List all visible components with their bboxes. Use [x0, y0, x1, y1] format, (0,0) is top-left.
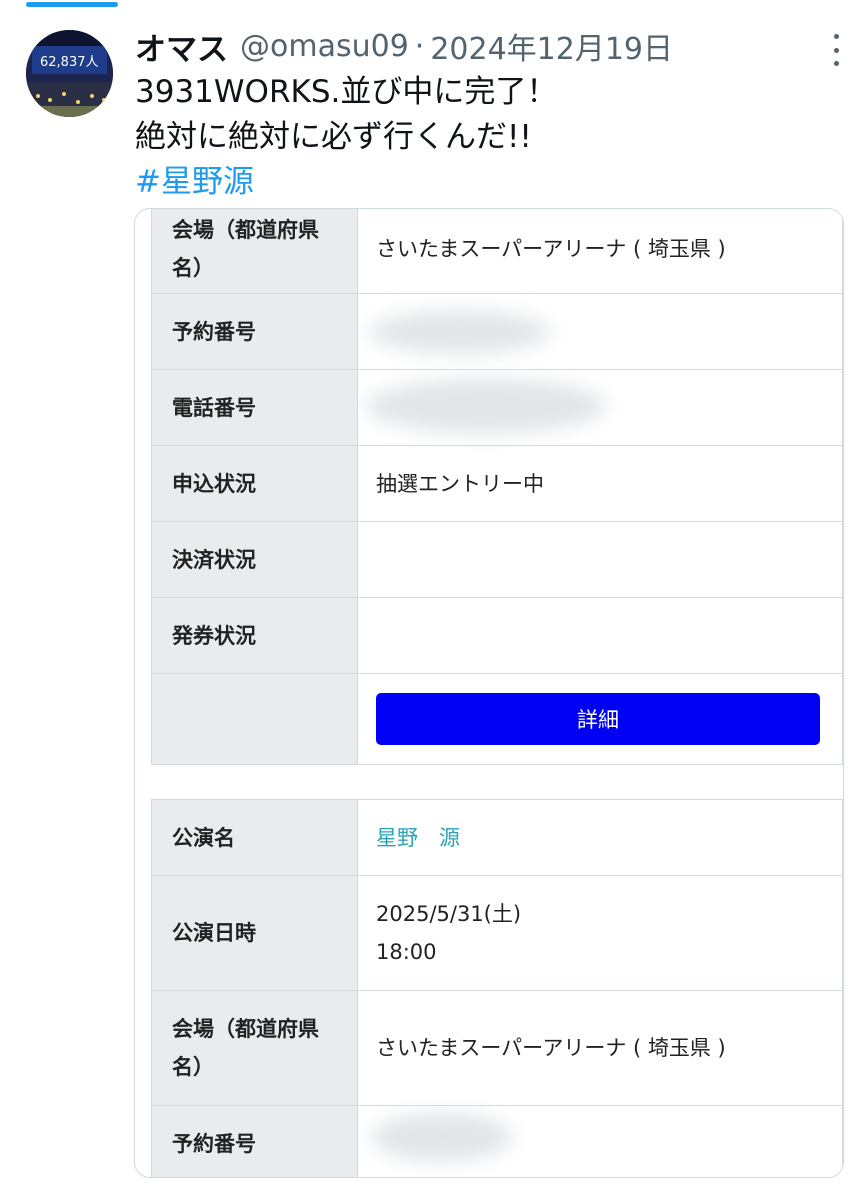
empty-label-cell: [152, 674, 358, 764]
payment-label: 決済状況: [152, 522, 358, 597]
datetime-label: 公演日時: [152, 876, 358, 990]
more-options-icon[interactable]: [826, 34, 846, 66]
separator-dot: ·: [414, 28, 425, 64]
phone-value-redacted: [358, 370, 842, 445]
table-row: 決済状況: [152, 522, 842, 598]
issue-label: 発券状況: [152, 598, 358, 673]
status-label: 申込状況: [152, 446, 358, 521]
performance-time: 18:00: [376, 940, 437, 964]
venue-value: さいたまスーパーアリーナ ( 埼玉県 ): [376, 236, 726, 261]
table-row: 予約番号: [152, 294, 842, 370]
table-row: 電話番号: [152, 370, 842, 446]
avatar[interactable]: 62,837人: [26, 30, 113, 117]
avatar-count-text: 62,837人: [40, 55, 99, 70]
datetime-value: 2025/5/31(土) 18:00: [358, 876, 842, 990]
ticket-table-2: 公演名 星野 源 公演日時 2025/5/31(土) 18:00 会場（都道府県…: [151, 799, 843, 1177]
venue-label: 会場（都道府県名）: [152, 209, 358, 293]
tweet-text: 3931WORKS.並び中に完了！ 絶対に絶対に必ず行くんだ!! #星野源: [135, 70, 557, 205]
detail-button[interactable]: 詳細: [376, 693, 820, 745]
reservation-label: 予約番号: [152, 1106, 358, 1177]
reservation-value-redacted: [358, 1106, 842, 1177]
reservation-value-redacted: [358, 294, 842, 369]
ticket-table-1: 会場（都道府県名） さいたまスーパーアリーナ ( 埼玉県 ) 予約番号 電話番号…: [151, 209, 843, 765]
attached-image[interactable]: 会場（都道府県名） さいたまスーパーアリーナ ( 埼玉県 ) 予約番号 電話番号…: [134, 208, 844, 1178]
table-row: 詳細: [152, 674, 842, 764]
table-row: 会場（都道府県名） さいたまスーパーアリーナ ( 埼玉県 ): [152, 991, 842, 1106]
display-name[interactable]: オマス: [135, 24, 228, 69]
tab-indicator: [0, 0, 858, 8]
table-row: 公演名 星野 源: [152, 800, 842, 876]
payment-value: [358, 522, 842, 597]
venue-value: さいたまスーパーアリーナ ( 埼玉県 ): [376, 1036, 726, 1060]
table-row: 公演日時 2025/5/31(土) 18:00: [152, 876, 842, 991]
performance-date: 2025/5/31(土): [376, 902, 522, 926]
table-row: 会場（都道府県名） さいたまスーパーアリーナ ( 埼玉県 ): [152, 209, 842, 294]
user-handle[interactable]: @omasu09: [240, 29, 409, 64]
table-row: 発券状況: [152, 598, 842, 674]
button-cell: 詳細: [358, 674, 842, 764]
table-row: 申込状況 抽選エントリー中: [152, 446, 842, 522]
venue-label: 会場（都道府県名）: [152, 991, 358, 1105]
phone-label: 電話番号: [152, 370, 358, 445]
tweet-line-2: 絶対に絶対に必ず行くんだ!!: [135, 119, 532, 155]
tweet-header: オマス @omasu09 · 2024年12月19日: [135, 24, 673, 68]
table-row: 予約番号: [152, 1106, 842, 1177]
hashtag-link[interactable]: #星野源: [135, 160, 557, 205]
tweet-date[interactable]: 2024年12月19日: [430, 24, 673, 68]
tweet-line-1: 3931WORKS.並び中に完了！: [135, 74, 558, 110]
status-value: 抽選エントリー中: [376, 471, 544, 496]
performance-link[interactable]: 星野 源: [358, 800, 842, 875]
issue-value: [358, 598, 842, 673]
reservation-label: 予約番号: [152, 294, 358, 369]
performance-label: 公演名: [152, 800, 358, 875]
